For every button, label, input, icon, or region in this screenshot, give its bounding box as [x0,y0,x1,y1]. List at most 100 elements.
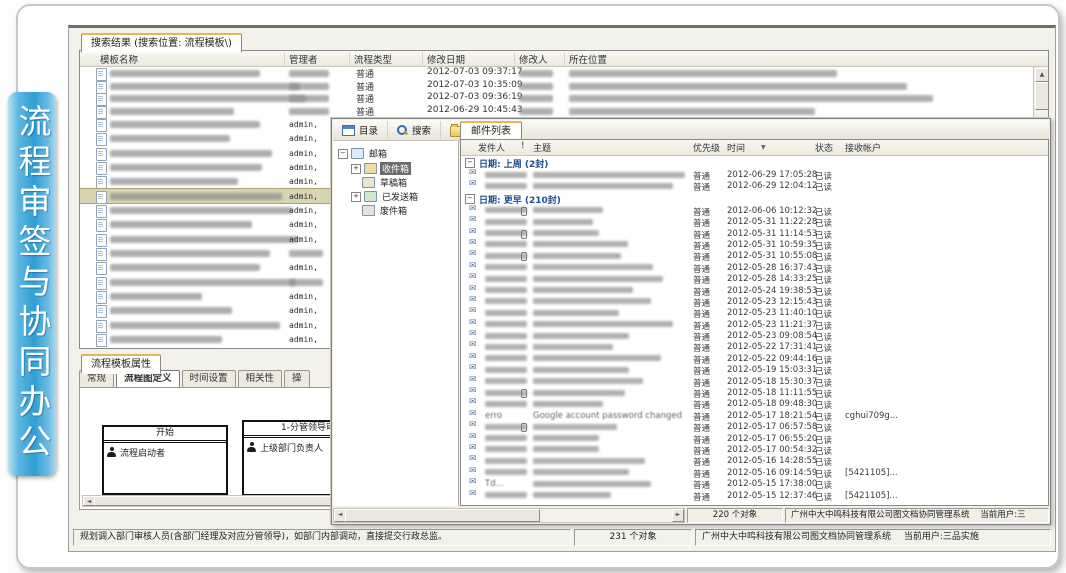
mail-row[interactable]: ✉普通2012-06-29 12:04:12已读 [461,180,1048,191]
scroll-thumb[interactable] [1035,82,1049,110]
status-note: 规划调入部门审核人员(含部门经理及对应分管领导)，如部门内部调动，直接提交行政总… [73,529,571,546]
attachment-icon [521,252,527,261]
tree-item-deleted[interactable]: 废件箱 [351,204,409,217]
collapse-icon[interactable]: − [465,194,475,204]
sort-desc-icon[interactable]: ▼ [761,144,766,151]
mail-row[interactable]: ✉普通2012-05-18 11:11:55已读 [461,387,1048,398]
subject-blurred [533,207,603,213]
search-result-row[interactable]: 普通2012-06-29 10:45:43 [80,105,1048,118]
subtab-item[interactable]: 操 [284,370,310,387]
tab-template-properties[interactable]: 流程模板属性 [81,354,161,374]
subtab-item[interactable]: 时间设置 [182,370,236,387]
mail-row[interactable]: ✉普通2012-05-31 10:59:35已读 [461,239,1048,250]
col-subject[interactable]: 主题 [533,141,551,154]
column-divider[interactable] [564,52,565,65]
time-value: 2012-05-28 14:33:25 [727,274,817,284]
manager-blurred [289,83,329,90]
sender-blurred [485,172,527,178]
column-divider[interactable] [349,52,350,65]
col-modified-date[interactable]: 修改日期 [427,52,465,66]
mail-row[interactable]: ✉普通2012-05-23 09:08:54已读 [461,330,1048,341]
expand-icon[interactable]: + [351,192,361,202]
tab-mail-list[interactable]: 邮件列表 [460,121,522,140]
template-name-blurred [110,135,230,142]
mail-row[interactable]: ✉普通2012-05-23 11:40:10已读 [461,307,1048,318]
mail-row[interactable]: ✉普通2012-05-22 09:44:16已读 [461,353,1048,364]
template-name-blurred [110,150,272,157]
time-value: 2012-05-19 15:03:31 [727,365,817,375]
collapse-icon[interactable]: − [465,158,475,168]
col-manager[interactable]: 管理者 [289,52,318,66]
manager-name: admin, [289,220,318,229]
tree-item-sent[interactable]: +已发送箱 [351,190,420,203]
mail-row[interactable]: ✉普通2012-05-31 11:22:28已读 [461,216,1048,227]
mail-row[interactable]: ✉普通2012-05-17 06:57:58已读 [461,421,1048,432]
col-location[interactable]: 所在位置 [569,52,607,66]
col-sender[interactable]: 发件人 [478,141,505,154]
subtab-item[interactable]: 相关性 [238,370,283,387]
account-value: cghui709g... [845,411,898,421]
sender-blurred [485,321,527,327]
col-time[interactable]: 时间 [727,141,745,154]
col-status[interactable]: 状态 [815,141,833,154]
mail-row[interactable]: ✉普通2012-05-23 11:21:37已读 [461,319,1048,330]
directory-button[interactable]: 目录 [333,121,388,139]
col-priority[interactable]: 优先级 [693,141,720,154]
template-name-blurred [110,207,292,214]
col-template-name[interactable]: 模板名称 [100,52,138,66]
subject-blurred [533,264,653,270]
mail-row[interactable]: ✉普通2012-05-18 15:30:37已读 [461,376,1048,387]
document-icon [96,148,107,161]
mail-row[interactable]: ✉普通2012-05-16 14:28:55已读 [461,455,1048,466]
tab-search-results[interactable]: 搜索结果 (搜索位置: 流程模板\) [81,33,242,53]
envelope-icon: ✉ [469,227,477,237]
mail-group-header[interactable]: −日期: 上周 (2封) [461,156,1048,169]
mail-row[interactable]: ✉普通2012-05-31 11:14:53已读 [461,228,1048,239]
search-result-row[interactable]: 普通2012-07-03 10:35:09 [80,80,1048,93]
search-button[interactable]: 搜索 [388,121,441,139]
expand-icon[interactable]: + [351,164,361,174]
mail-row[interactable]: ✉普通2012-05-16 09:14:59已读[5421105]... [461,467,1048,478]
scroll-up-icon[interactable]: ▲ [1035,68,1049,82]
mail-row[interactable]: ✉Td...普通2012-05-15 17:38:00已读 [461,478,1048,489]
mail-row[interactable]: ✉普通2012-05-18 09:48:30已读 [461,398,1048,409]
col-process-type[interactable]: 流程类型 [354,52,392,66]
tree-label: 收件箱 [380,162,411,175]
mail-row[interactable]: ✉普通2012-05-23 12:15:43已读 [461,296,1048,307]
envelope-icon: ✉ [469,443,477,453]
mail-row[interactable]: ✉普通2012-05-19 15:03:31已读 [461,364,1048,375]
search-result-row[interactable]: 普通2012-07-03 09:36:19 [80,92,1048,105]
tree-item-drafts[interactable]: 草稿箱 [351,176,409,189]
col-modifier[interactable]: 修改人 [519,52,548,66]
mail-row[interactable]: ✉普通2012-05-15 12:37:46已读[5421105]... [461,490,1048,501]
tree-item-mailbox-root[interactable]: −邮箱 [338,147,389,160]
app-name: 广州中大中鸣科技有限公司图文档协同管理系统 [702,532,891,542]
mail-row[interactable]: ✉普通2012-06-06 10:12:32已读 [461,205,1048,216]
document-icon [96,277,107,290]
time-value: 2012-06-29 17:05:28 [727,170,817,180]
search-result-row[interactable]: 普通2012-07-03 09:37:17 [80,67,1048,80]
column-divider[interactable] [284,52,285,65]
mail-group-header[interactable]: −日期: 更早 (210封) [461,192,1048,205]
mail-row[interactable]: ✉普通2012-05-17 06:55:20已读 [461,433,1048,444]
tree-item-inbox[interactable]: + 收件箱 [351,162,411,175]
mail-row[interactable]: ✉普通2012-05-28 14:33:25已读 [461,273,1048,284]
scroll-right-icon[interactable]: ► [672,509,684,522]
col-account[interactable]: 接收帐户 [845,141,881,154]
collapse-icon[interactable]: − [338,149,348,159]
mail-row[interactable]: ✉普通2012-05-24 19:38:53已读 [461,285,1048,296]
mail-row[interactable]: ✉普通2012-05-17 00:54:32已读 [461,444,1048,455]
mail-row[interactable]: ✉普通2012-05-31 10:55:08已读 [461,250,1048,261]
template-name-blurred [110,95,306,102]
mail-row[interactable]: ✉普通2012-05-22 17:31:41已读 [461,341,1048,352]
mail-row[interactable]: ✉普通2012-06-29 17:05:28已读 [461,169,1048,180]
column-divider[interactable] [422,52,423,65]
mail-row[interactable]: ✉普通2012-05-28 16:37:43已读 [461,262,1048,273]
scroll-thumb[interactable] [345,509,540,522]
flow-node[interactable]: 开始流程启动者 [102,425,228,495]
col-priority-mark[interactable]: ! [521,141,525,151]
location-blurred [569,95,933,102]
mail-horizontal-scrollbar[interactable]: ◄ ► [333,508,685,523]
mail-row[interactable]: ✉erroGoogle account password changed普通20… [461,410,1048,421]
column-divider[interactable] [514,52,515,65]
